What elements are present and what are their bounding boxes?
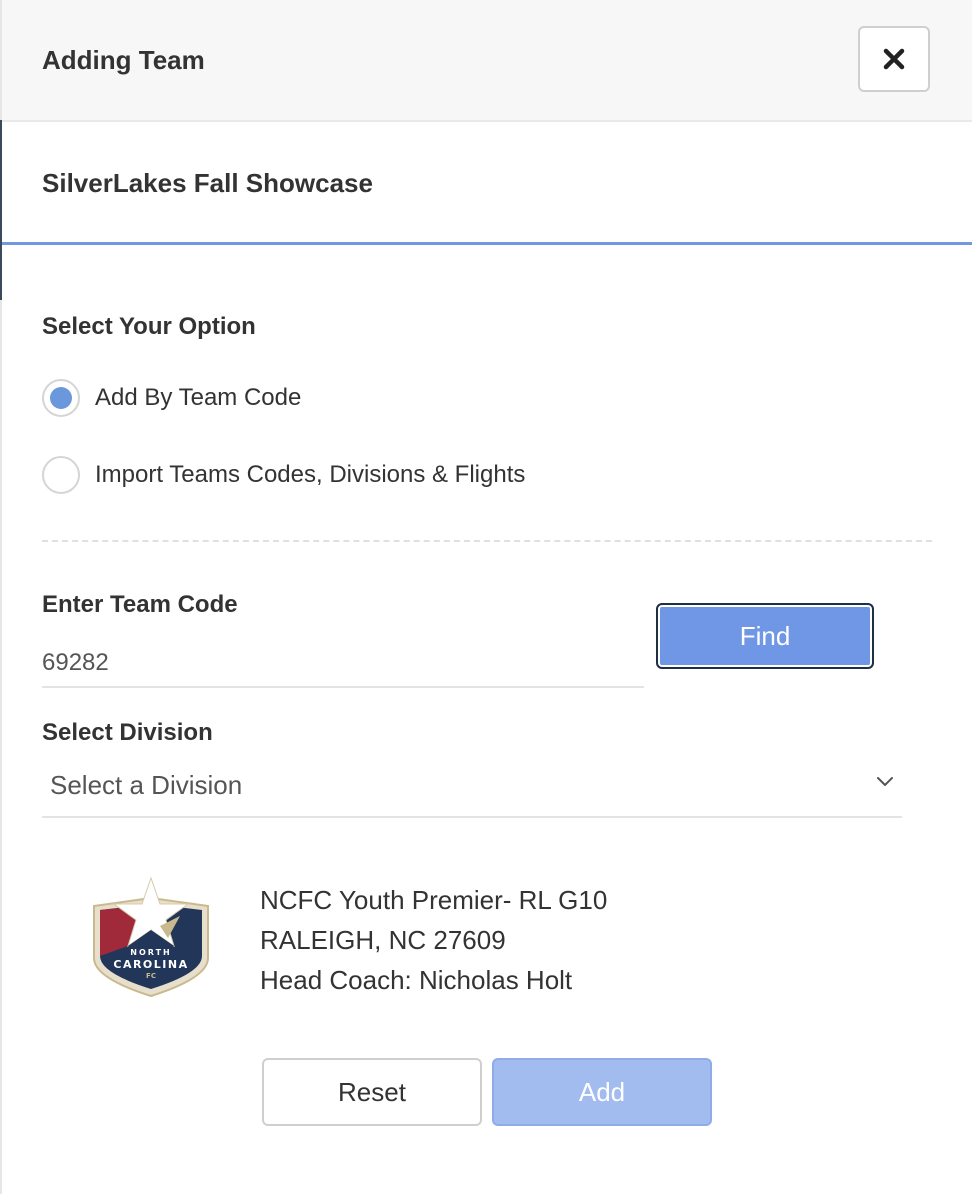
logo-text-bottom: FC bbox=[146, 972, 156, 980]
logo-text-top: NORTH bbox=[130, 948, 171, 957]
add-team-modal: Adding Team SilverLakes Fall Showcase Se… bbox=[0, 0, 972, 1194]
event-bar: SilverLakes Fall Showcase bbox=[2, 122, 972, 245]
chevron-down-icon bbox=[877, 777, 893, 786]
logo-text-main: CAROLINA bbox=[113, 958, 188, 971]
modal-header: Adding Team bbox=[2, 0, 972, 122]
division-label: Select Division bbox=[42, 719, 213, 746]
left-edge-accent bbox=[0, 120, 2, 300]
reset-button[interactable]: Reset bbox=[262, 1058, 482, 1126]
find-button[interactable]: Find bbox=[656, 603, 874, 669]
radio-label: Add By Team Code bbox=[95, 384, 302, 411]
radio-label: Import Teams Codes, Divisions & Flights bbox=[95, 461, 526, 488]
event-title: SilverLakes Fall Showcase bbox=[42, 168, 373, 198]
team-coach: Head Coach: Nicholas Holt bbox=[260, 965, 573, 995]
radio-button-checked[interactable] bbox=[42, 379, 80, 417]
radio-add-by-team-code[interactable]: Add By Team Code bbox=[42, 378, 301, 418]
team-info: NCFC Youth Premier- RL G10 RALEIGH, NC 2… bbox=[260, 880, 607, 1000]
close-icon bbox=[883, 48, 905, 70]
option-heading: Select Your Option bbox=[42, 313, 256, 340]
add-button[interactable]: Add bbox=[492, 1058, 712, 1126]
radio-button-unchecked[interactable] bbox=[42, 456, 80, 494]
division-select[interactable]: Select a Division bbox=[42, 752, 902, 818]
team-code-input[interactable] bbox=[42, 640, 644, 688]
close-button[interactable] bbox=[858, 26, 930, 92]
section-divider bbox=[42, 540, 932, 542]
radio-import-teams[interactable]: Import Teams Codes, Divisions & Flights bbox=[42, 455, 525, 495]
team-logo: NORTH CAROLINA FC bbox=[93, 876, 209, 998]
division-select-value: Select a Division bbox=[50, 770, 243, 800]
modal-title: Adding Team bbox=[42, 45, 205, 75]
team-location: RALEIGH, NC 27609 bbox=[260, 925, 506, 955]
team-name: NCFC Youth Premier- RL G10 bbox=[260, 885, 608, 915]
team-code-label: Enter Team Code bbox=[42, 591, 238, 618]
